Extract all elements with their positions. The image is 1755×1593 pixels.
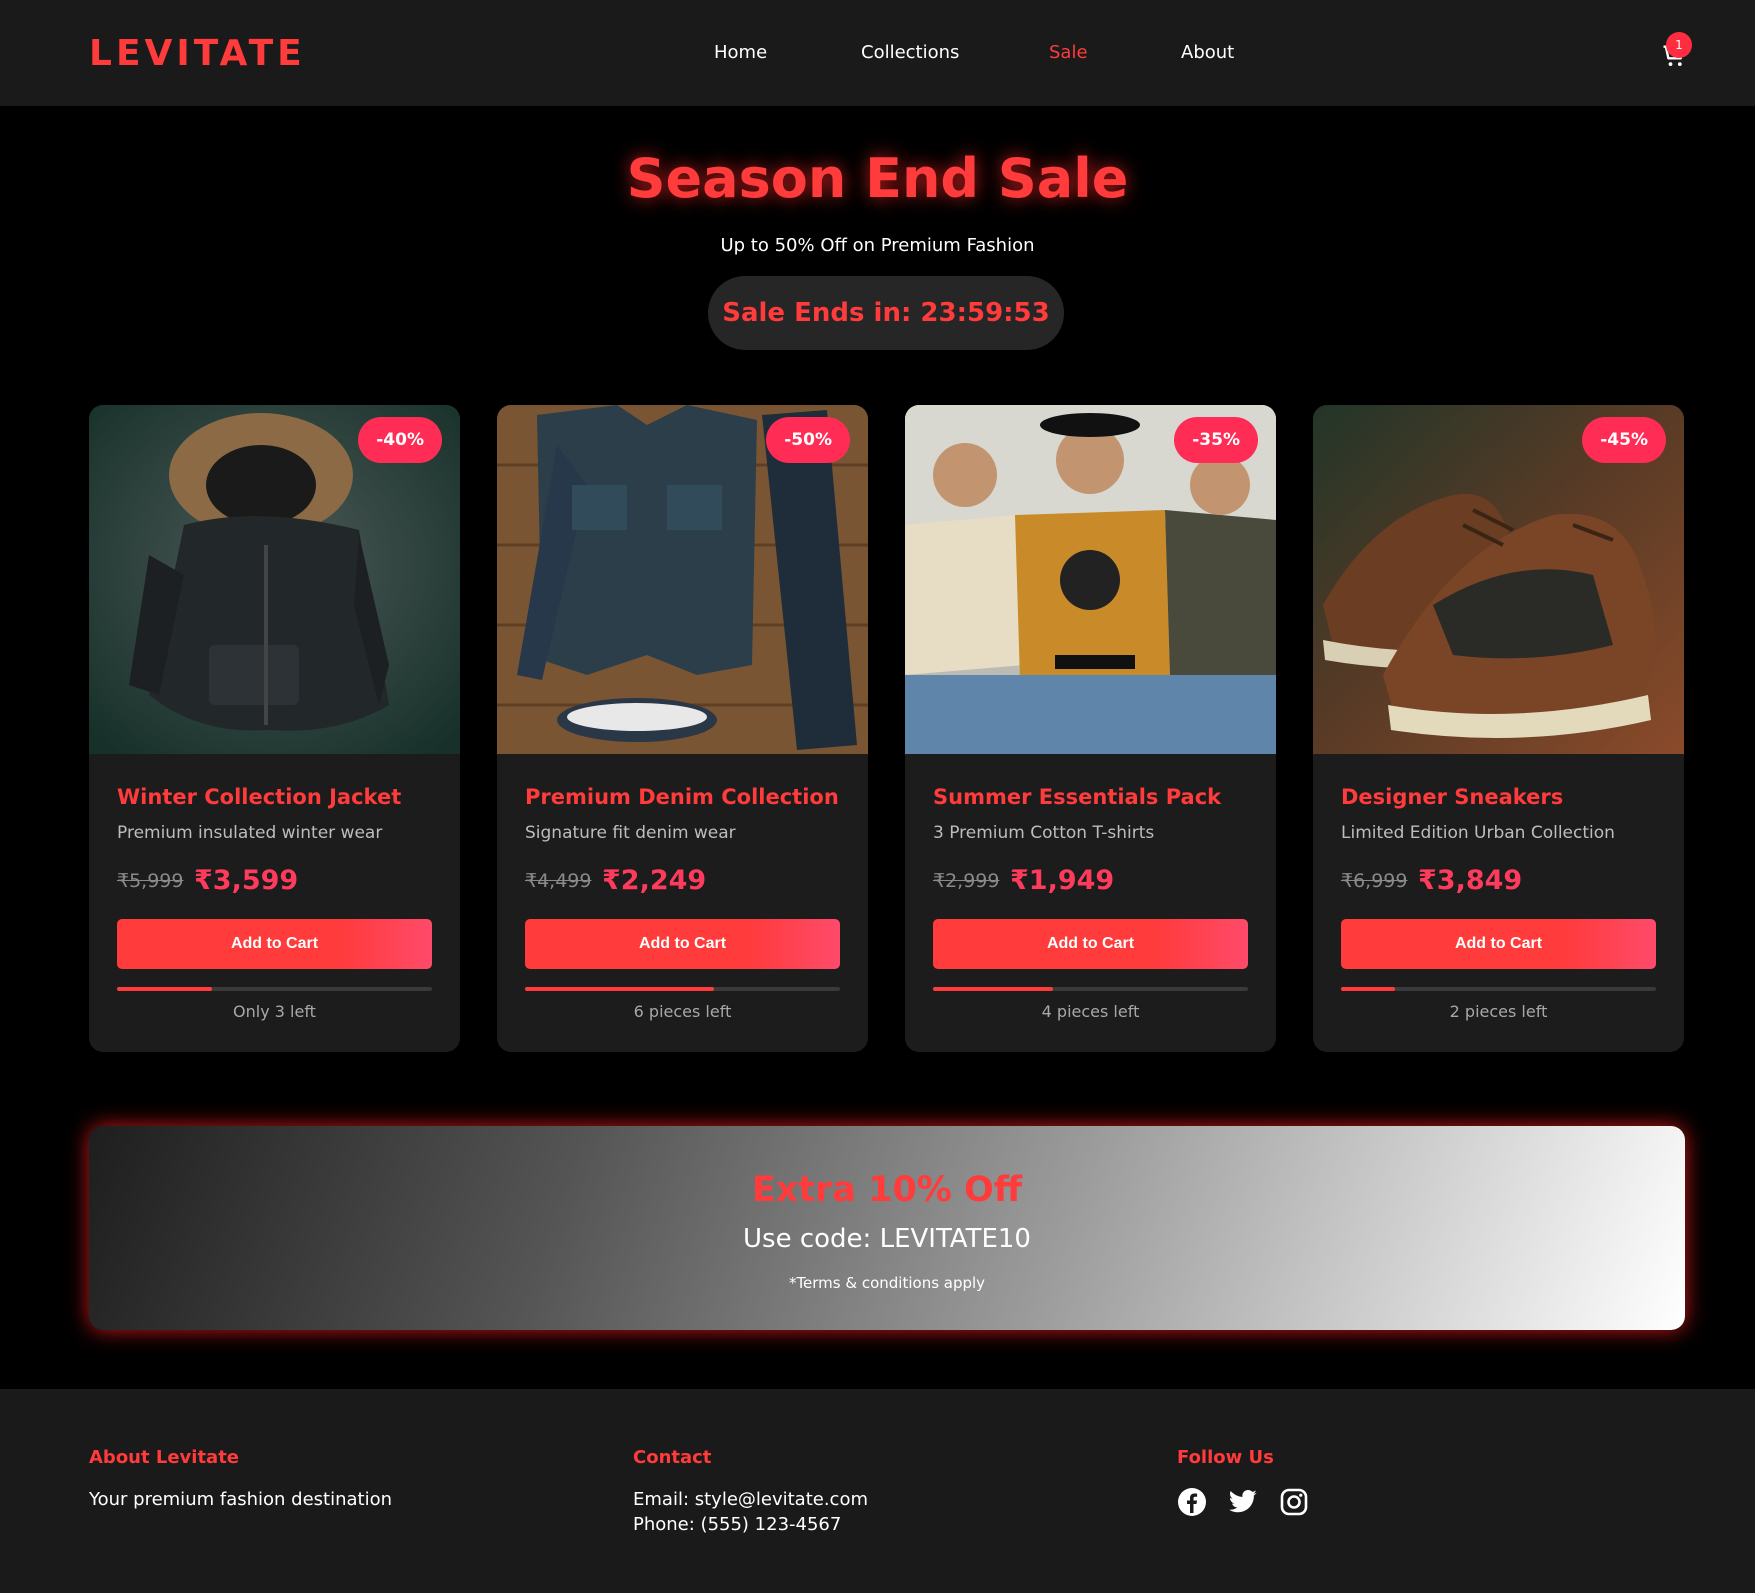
logo[interactable]: LEVITATE [89, 33, 306, 74]
discount-badge: -40% [358, 417, 442, 463]
stock-progress-fill [1341, 987, 1395, 991]
stock-progress-bar [525, 987, 840, 991]
site-header: LEVITATE Home Collections Sale About 1 [0, 0, 1755, 106]
footer-contact-heading: Contact [633, 1447, 712, 1468]
product-title[interactable]: Designer Sneakers [1341, 785, 1563, 809]
product-title[interactable]: Summer Essentials Pack [933, 785, 1221, 809]
product-description: 3 Premium Cotton T-shirts [933, 823, 1155, 843]
stock-remaining-text: 2 pieces left [1449, 1002, 1548, 1021]
stock-progress-bar [933, 987, 1248, 991]
instagram-icon[interactable] [1279, 1487, 1309, 1517]
product-description: Premium insulated winter wear [117, 823, 383, 843]
product-card: -45% Designer Sneakers Limited Edition U… [1313, 405, 1684, 1052]
nav-sale[interactable]: Sale [1049, 42, 1088, 63]
promo-code-text: Use code: LEVITATE10 [743, 1224, 1031, 1254]
stock-remaining-text: 6 pieces left [633, 1002, 732, 1021]
add-to-cart-button[interactable]: Add to Cart [117, 919, 432, 969]
cart-count-badge: 1 [1666, 32, 1692, 58]
stock-progress-bar [1341, 987, 1656, 991]
sale-price: ₹2,249 [602, 865, 707, 896]
sale-countdown-timer: Sale Ends in: 23:59:53 [708, 276, 1064, 350]
discount-badge: -50% [766, 417, 850, 463]
twitter-icon[interactable] [1228, 1487, 1258, 1517]
product-title[interactable]: Winter Collection Jacket [117, 785, 401, 809]
stock-progress-fill [525, 987, 714, 991]
stock-remaining-text: 4 pieces left [1041, 1002, 1140, 1021]
original-price: ₹2,999 [933, 870, 1000, 892]
product-card: -50% Premium Denim Collection Signature … [497, 405, 868, 1052]
original-price: ₹4,499 [525, 870, 592, 892]
site-footer: About Levitate Your premium fashion dest… [0, 1389, 1755, 1593]
discount-badge: -45% [1582, 417, 1666, 463]
nav-home[interactable]: Home [714, 42, 767, 63]
product-description: Signature fit denim wear [525, 823, 736, 843]
hero-subtitle: Up to 50% Off on Premium Fashion [720, 235, 1035, 256]
add-to-cart-button[interactable]: Add to Cart [1341, 919, 1656, 969]
nav-collections[interactable]: Collections [861, 42, 959, 63]
sale-price: ₹3,599 [194, 865, 299, 896]
footer-about-heading: About Levitate [89, 1447, 240, 1468]
product-card: -35% Summer Essentials Pack 3 Premium Co… [905, 405, 1276, 1052]
footer-email[interactable]: Email: style@levitate.com [633, 1489, 868, 1510]
stock-progress-fill [933, 987, 1053, 991]
footer-about-text: Your premium fashion destination [89, 1489, 393, 1510]
stock-progress-fill [117, 987, 212, 991]
product-image-denim[interactable]: -50% [497, 405, 868, 754]
footer-phone[interactable]: Phone: (555) 123-4567 [633, 1514, 841, 1535]
promo-title: Extra 10% Off [751, 1170, 1023, 1210]
product-image-sneakers[interactable]: -45% [1313, 405, 1684, 754]
footer-follow-heading: Follow Us [1177, 1447, 1274, 1468]
original-price: ₹6,999 [1341, 870, 1408, 892]
stock-remaining-text: Only 3 left [233, 1002, 316, 1021]
stock-progress-bar [117, 987, 432, 991]
add-to-cart-button[interactable]: Add to Cart [525, 919, 840, 969]
product-description: Limited Edition Urban Collection [1341, 823, 1615, 843]
product-card: -40% Winter Collection Jacket Premium in… [89, 405, 460, 1052]
facebook-icon[interactable] [1177, 1487, 1207, 1517]
add-to-cart-button[interactable]: Add to Cart [933, 919, 1248, 969]
product-image-tshirts[interactable]: -35% [905, 405, 1276, 754]
product-image-jacket[interactable]: -40% [89, 405, 460, 754]
promo-banner: Extra 10% Off Use code: LEVITATE10 *Term… [89, 1126, 1685, 1330]
promo-terms: *Terms & conditions apply [788, 1274, 986, 1292]
sale-price: ₹3,849 [1418, 865, 1523, 896]
original-price: ₹5,999 [117, 870, 184, 892]
sale-price: ₹1,949 [1010, 865, 1115, 896]
discount-badge: -35% [1174, 417, 1258, 463]
hero-title: Season End Sale [626, 147, 1129, 210]
nav-about[interactable]: About [1181, 42, 1234, 63]
product-title[interactable]: Premium Denim Collection [525, 785, 839, 809]
